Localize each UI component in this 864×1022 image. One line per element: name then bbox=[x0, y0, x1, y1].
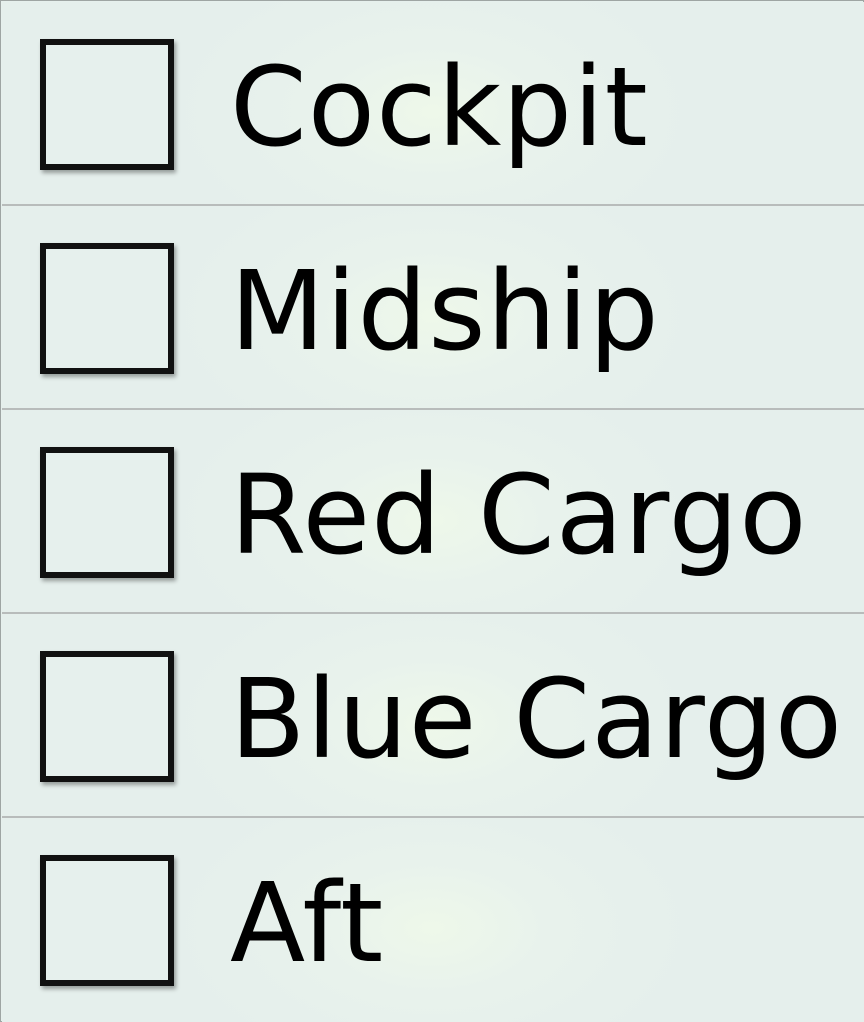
checklist-item-label: Aft bbox=[230, 859, 385, 987]
checklist-item-blue-cargo[interactable]: Blue Cargo bbox=[2, 614, 864, 818]
checkbox[interactable] bbox=[40, 855, 174, 986]
checklist-item-label: Blue Cargo bbox=[230, 655, 844, 783]
checkbox[interactable] bbox=[40, 651, 174, 782]
checkbox[interactable] bbox=[40, 447, 174, 578]
checkbox[interactable] bbox=[40, 39, 174, 170]
location-checklist: Cockpit Midship Red Cargo Blue Cargo Aft bbox=[0, 0, 864, 1022]
checklist-item-red-cargo[interactable]: Red Cargo bbox=[2, 410, 864, 614]
checkbox[interactable] bbox=[40, 243, 174, 374]
checklist-item-aft[interactable]: Aft bbox=[2, 818, 864, 1022]
checklist-item-label: Red Cargo bbox=[230, 451, 808, 579]
checklist-item-label: Midship bbox=[230, 247, 660, 375]
checklist-item-cockpit[interactable]: Cockpit bbox=[2, 2, 864, 206]
checklist-item-midship[interactable]: Midship bbox=[2, 206, 864, 410]
checklist-item-label: Cockpit bbox=[230, 43, 649, 171]
